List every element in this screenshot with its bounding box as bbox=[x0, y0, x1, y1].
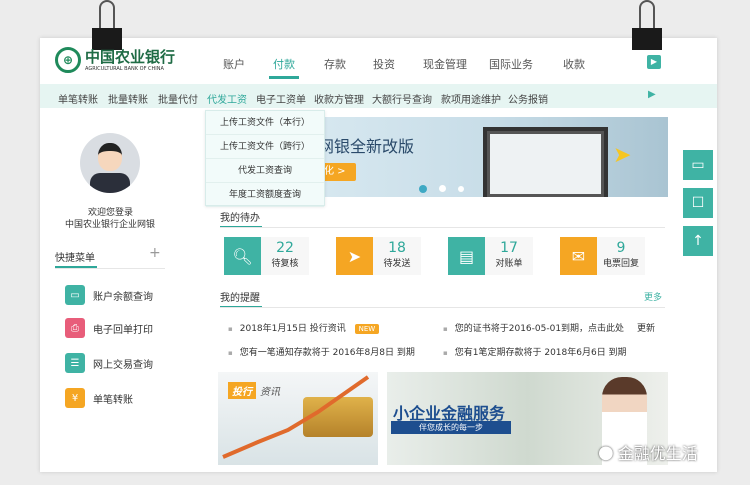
nav-payment[interactable]: 付款 bbox=[269, 56, 299, 79]
reminder-item[interactable]: 2018年1月15日 投行资讯 NEW bbox=[228, 321, 380, 334]
update-link[interactable]: 更新 bbox=[637, 324, 655, 334]
add-quick-menu-button[interactable]: + bbox=[149, 245, 161, 261]
todo-pending-review[interactable]: 🔍︎ 22 待复核 bbox=[224, 237, 309, 275]
nav-deposit[interactable]: 存款 bbox=[324, 56, 346, 72]
nav-investment[interactable]: 投资 bbox=[373, 56, 395, 72]
subnav-e-payslip[interactable]: 电子工资单 bbox=[256, 91, 306, 106]
subnav-single-transfer[interactable]: 单笔转账 bbox=[58, 91, 98, 106]
dropdown-upload-own-bank[interactable]: 上传工资文件（本行） bbox=[206, 111, 324, 135]
divider bbox=[220, 307, 665, 308]
todo-title: 我的待办 bbox=[220, 209, 262, 228]
todo-count: 18 bbox=[388, 240, 406, 256]
todo-pending-send[interactable]: ➤ 18 待发送 bbox=[336, 237, 421, 275]
binder-clip-icon bbox=[92, 0, 122, 50]
todo-label: 电票回复 bbox=[602, 259, 639, 269]
quick-label: 单笔转账 bbox=[93, 394, 133, 406]
bank-name-en: AGRICULTURAL BANK OF CHINA bbox=[85, 65, 164, 72]
send-icon: ➤ bbox=[336, 237, 373, 275]
subnav-bank-code-query[interactable]: 大额行号查询 bbox=[372, 91, 432, 106]
subnav-batch-payment[interactable]: 批量代付 bbox=[158, 91, 198, 106]
todo-statement[interactable]: ▤ 17 对账单 bbox=[448, 237, 533, 275]
todo-label: 待发送 bbox=[383, 259, 411, 269]
more-link[interactable]: 更多 bbox=[644, 290, 662, 303]
logo-icon: ⊕ bbox=[55, 47, 81, 73]
divider bbox=[55, 268, 165, 269]
watermark-text: 金融优生活 bbox=[617, 444, 698, 463]
subnav-next-icon[interactable]: ▶ bbox=[648, 89, 656, 100]
org-name: 中国农业银行企业网银 bbox=[65, 220, 156, 230]
arrow-up-icon: ↑ bbox=[692, 233, 704, 249]
dropdown-upload-other-bank[interactable]: 上传工资文件（跨行） bbox=[206, 135, 324, 159]
reminders-title: 我的提醒 bbox=[220, 289, 262, 308]
quick-transaction-query[interactable]: ☰ 网上交易查询 bbox=[65, 353, 153, 373]
promo-subtitle: 伴您成长的每一步 bbox=[391, 421, 511, 434]
paper-plane-icon: ➤ bbox=[613, 143, 632, 168]
video-button[interactable]: ▭ bbox=[683, 150, 713, 180]
reminder-item[interactable]: 您的证书将于2016-05-01到期，点击此处 更新 bbox=[443, 321, 655, 334]
video-icon: ▭ bbox=[691, 157, 705, 173]
quick-receipt-print[interactable]: ⎙ 电子回单打印 bbox=[65, 318, 153, 338]
subnav-payroll[interactable]: 代发工资 bbox=[207, 91, 247, 106]
carousel-dot[interactable] bbox=[439, 185, 446, 192]
subnav-batch-transfer[interactable]: 批量转账 bbox=[108, 91, 148, 106]
avatar bbox=[80, 133, 140, 193]
bank-logo[interactable]: ⊕ 中国农业银行 AGRICULTURAL BANK OF CHINA bbox=[55, 47, 175, 73]
todo-label: 待复核 bbox=[271, 259, 299, 269]
yen-icon: ¥ bbox=[65, 388, 85, 408]
payroll-dropdown: 上传工资文件（本行） 上传工资文件（跨行） 代发工资查询 年度工资额度查询 bbox=[205, 110, 325, 207]
subnav-payee-management[interactable]: 收款方管理 bbox=[314, 91, 364, 106]
reminder-text: 您的证书将于2016-05-01到期，点击此处 bbox=[454, 324, 625, 334]
nav-international[interactable]: 国际业务 bbox=[489, 56, 533, 72]
laptop-screenshot bbox=[483, 127, 608, 197]
carousel-dot[interactable] bbox=[458, 186, 464, 192]
dropdown-annual-quota-query[interactable]: 年度工资额度查询 bbox=[206, 183, 324, 207]
review-icon: 🔍︎ bbox=[224, 237, 261, 275]
back-to-top-button[interactable]: ↑ bbox=[683, 226, 713, 256]
nav-account[interactable]: 账户 bbox=[223, 56, 245, 72]
wechat-watermark: ● 金融优生活 bbox=[598, 440, 698, 464]
quick-label: 电子回单打印 bbox=[93, 324, 153, 336]
service-button[interactable]: ☐ bbox=[683, 188, 713, 218]
reminder-item[interactable]: 您有一笔通知存款将于 2016年8月8日 到期 bbox=[228, 345, 415, 358]
quick-label: 账户余额查询 bbox=[93, 291, 153, 303]
todo-label: 对账单 bbox=[495, 259, 523, 269]
subnav-purpose-maintenance[interactable]: 款项用途维护 bbox=[441, 91, 501, 106]
new-badge: NEW bbox=[354, 324, 380, 334]
nav-collection[interactable]: 收款 bbox=[563, 56, 585, 72]
reminder-text: 您有1笔定期存款将于 2018年6月6日 到期 bbox=[454, 348, 627, 358]
dropdown-payroll-query[interactable]: 代发工资查询 bbox=[206, 159, 324, 183]
phone-icon: ☐ bbox=[691, 195, 705, 211]
divider bbox=[220, 227, 665, 228]
balance-icon: ▭ bbox=[65, 285, 85, 305]
quick-single-transfer[interactable]: ¥ 单笔转账 bbox=[65, 388, 133, 408]
statement-icon: ▤ bbox=[448, 237, 485, 275]
printer-icon: ⎙ bbox=[65, 318, 85, 338]
quick-label: 网上交易查询 bbox=[93, 359, 153, 371]
carousel-dot-active[interactable] bbox=[419, 185, 427, 193]
todo-count: 9 bbox=[616, 240, 626, 256]
reminder-item[interactable]: 您有1笔定期存款将于 2018年6月6日 到期 bbox=[443, 345, 627, 358]
reminder-text: 2018年1月15日 投行资讯 bbox=[239, 324, 346, 334]
investment-news-banner[interactable]: 投行 资讯 bbox=[218, 372, 378, 465]
bank-name: 中国农业银行 bbox=[85, 47, 176, 66]
play-icon[interactable]: ▶ bbox=[647, 55, 661, 69]
wechat-icon: ● bbox=[598, 441, 614, 463]
todo-count: 22 bbox=[276, 240, 294, 256]
quick-menu-title: 快捷菜单 bbox=[55, 249, 97, 268]
mail-reply-icon: ✉ bbox=[560, 237, 597, 275]
todo-count: 17 bbox=[500, 240, 518, 256]
banner-headline: 网银全新改版 bbox=[318, 137, 415, 156]
growth-arrow-icon bbox=[222, 375, 370, 459]
binder-clip-icon bbox=[632, 0, 662, 50]
nav-cash-management[interactable]: 现金管理 bbox=[423, 56, 467, 72]
subnav-expense[interactable]: 公务报销 bbox=[508, 91, 548, 106]
document-icon: ☰ bbox=[65, 353, 85, 373]
todo-bill-reply[interactable]: ✉ 9 电票回复 bbox=[560, 237, 645, 275]
quick-balance-query[interactable]: ▭ 账户余额查询 bbox=[65, 285, 153, 305]
reminder-text: 您有一笔通知存款将于 2016年8月8日 到期 bbox=[239, 348, 415, 358]
